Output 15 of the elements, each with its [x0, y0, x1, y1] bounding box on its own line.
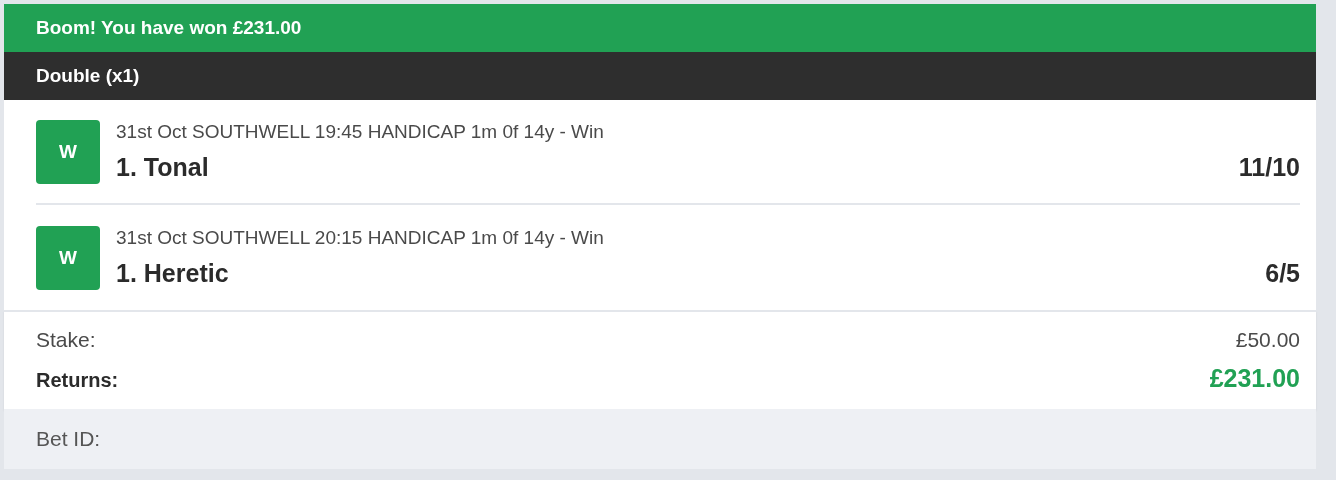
win-banner: Boom! You have won £231.00: [4, 4, 1316, 52]
odds-text: 6/5: [1265, 259, 1300, 288]
summary-label: Stake:: [36, 328, 96, 352]
runner-name: 1. Heretic: [116, 259, 229, 288]
event-title: 31st Oct SOUTHWELL 19:45 HANDICAP 1m 0f 14y - Win: [116, 121, 605, 143]
bet-id-label: Bet ID:: [36, 427, 101, 451]
bet-type-header: Double (x1): [4, 52, 1316, 100]
summary-label: Returns:: [36, 369, 119, 392]
summary-value: £50.00: [1235, 328, 1300, 352]
odds-text: 11/10: [1238, 153, 1300, 182]
summary-value: £231.00: [1209, 364, 1300, 393]
event-title: 31st Oct SOUTHWELL 20:15 HANDICAP 1m 0f 14y - Win: [116, 227, 605, 249]
runner-name: 1. Tonal: [116, 153, 209, 182]
result-badge: W: [36, 119, 100, 184]
result-badge: W: [36, 225, 100, 290]
